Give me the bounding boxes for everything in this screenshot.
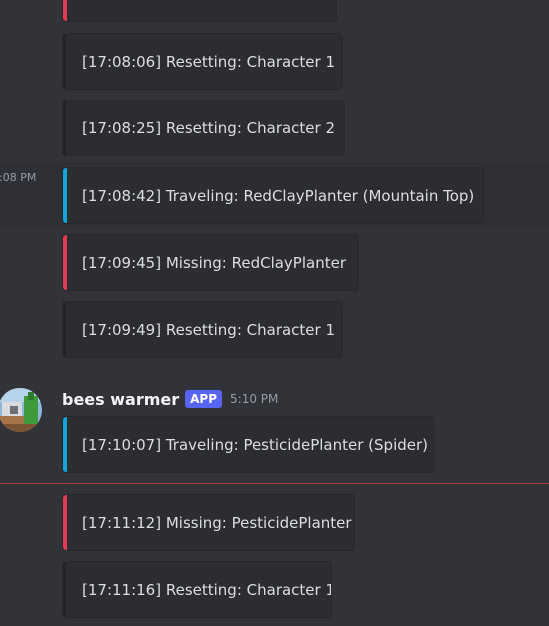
embed-accent-bar xyxy=(63,562,66,617)
embed-text: [17:11:16] Resetting: Character 1 xyxy=(82,580,332,599)
embed-accent-bar xyxy=(63,101,66,155)
embed-text: [17:08:25] Resetting: Character 2 xyxy=(82,119,336,137)
embed-text: [17:11:12] Missing: PesticidePlanter xyxy=(82,513,352,532)
message-embed: [17:08:25] Resetting: Character 2 xyxy=(62,100,345,156)
message-timestamp: 5:10 PM xyxy=(230,392,279,406)
embed-accent-bar xyxy=(63,0,67,21)
embed-accent-bar xyxy=(63,417,67,472)
message-header: bees warmer APP 5:10 PM xyxy=(62,388,278,410)
embed-text: [17:08:06] Resetting: Character 1 xyxy=(82,52,336,71)
new-messages-divider xyxy=(0,483,549,484)
message-embed: [17:08:42] Traveling: RedClayPlanter (Mo… xyxy=(62,167,484,224)
app-badge: APP xyxy=(185,390,223,408)
message-embed: [17:11:12] Missing: PesticidePlanter xyxy=(62,494,355,551)
embed-accent-bar xyxy=(63,495,67,550)
message-embed: [17:08:06] Resetting: Character 1 xyxy=(62,33,343,90)
embed-accent-bar xyxy=(63,168,67,223)
message-embed: [17:09:45] Missing: RedClayPlanter xyxy=(62,234,359,291)
embed-accent-bar xyxy=(63,302,66,357)
embed-accent-bar xyxy=(63,34,66,89)
avatar-image-icon xyxy=(0,388,42,432)
message-embed: [17:09:49] Resetting: Character 1 xyxy=(62,301,343,358)
message-embed: [17:11:16] Resetting: Character 1 xyxy=(62,561,332,618)
username[interactable]: bees warmer xyxy=(62,390,179,409)
embed-text: [17:09:49] Resetting: Character 1 xyxy=(82,320,336,339)
message-embed: [17:10:07] Traveling: PesticidePlanter (… xyxy=(62,416,434,473)
embed-text: [17:10:07] Traveling: PesticidePlanter (… xyxy=(82,435,429,454)
embed-accent-bar xyxy=(63,235,67,290)
avatar[interactable] xyxy=(0,388,42,432)
embed-text: [17:08:42] Traveling: RedClayPlanter (Mo… xyxy=(82,186,475,205)
message-embed xyxy=(62,0,337,22)
hover-timestamp: :08 PM xyxy=(0,171,37,184)
embed-text: [17:09:45] Missing: RedClayPlanter xyxy=(82,253,346,272)
